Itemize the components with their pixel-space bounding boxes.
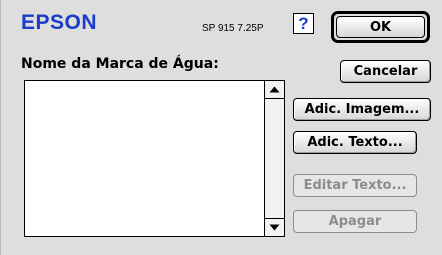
cancel-button-label: Cancelar xyxy=(353,64,418,79)
ok-button[interactable]: OK xyxy=(331,11,430,43)
scroll-up-button[interactable] xyxy=(265,81,284,99)
driver-version: SP 915 7.25P xyxy=(202,23,264,34)
add-image-button[interactable]: Adic. Imagem... xyxy=(293,98,431,121)
watermark-dialog: EPSON SP 915 7.25P ? OK Nome da Marca de… xyxy=(0,0,442,255)
add-text-button[interactable]: Adic. Texto... xyxy=(293,131,417,154)
delete-button-label: Apagar xyxy=(328,214,382,229)
add-image-button-label: Adic. Imagem... xyxy=(304,102,420,117)
edit-text-button[interactable]: Editar Texto... xyxy=(293,174,417,197)
watermark-name-label: Nome da Marca de Água: xyxy=(21,56,219,72)
watermark-list[interactable] xyxy=(24,80,285,237)
question-mark-icon: ? xyxy=(298,13,309,33)
edit-text-button-label: Editar Texto... xyxy=(303,178,407,193)
ok-button-label: OK xyxy=(369,19,392,35)
add-text-button-label: Adic. Texto... xyxy=(307,135,403,150)
cancel-button[interactable]: Cancelar xyxy=(340,60,431,83)
arrow-up-icon xyxy=(269,86,280,93)
ok-button-face: OK xyxy=(336,16,425,38)
epson-logo: EPSON xyxy=(21,11,98,34)
scroll-down-button[interactable] xyxy=(265,218,284,236)
delete-button[interactable]: Apagar xyxy=(293,210,417,233)
list-scrollbar[interactable] xyxy=(264,81,284,236)
arrow-down-icon xyxy=(269,224,280,231)
help-button[interactable]: ? xyxy=(293,13,314,34)
